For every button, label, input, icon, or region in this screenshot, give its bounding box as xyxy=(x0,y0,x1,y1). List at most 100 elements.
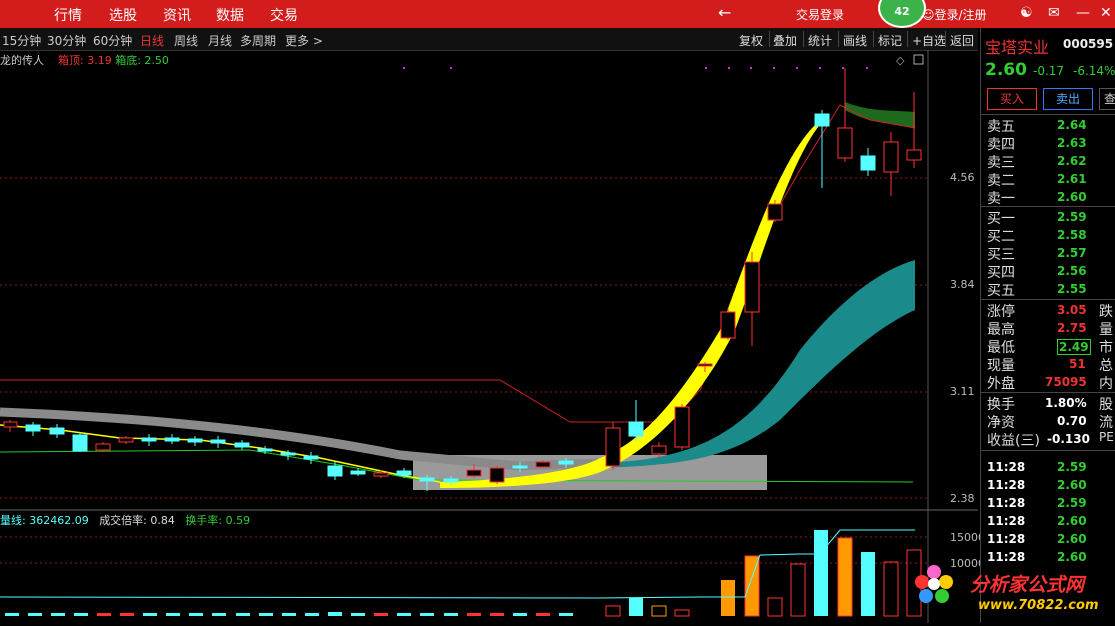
divider xyxy=(907,31,908,47)
bid-price: 2.59 xyxy=(1057,210,1087,224)
top-bar: 行情 选股 资讯 数据 交易 ← 交易登录 42 ☺登录/注册 ☯ ✉ — ✕ xyxy=(0,0,1115,28)
volume-ratio-label: 成交倍率: 0.84 xyxy=(99,514,175,527)
tool-mark[interactable]: 标记 xyxy=(878,32,902,49)
volume-bar xyxy=(236,613,250,616)
ask-label: 卖二 xyxy=(987,173,1015,189)
stat-value: 2.75 xyxy=(1057,321,1087,335)
candle xyxy=(860,155,876,171)
divider xyxy=(981,206,1115,207)
stat-label: 换手 xyxy=(987,397,1015,413)
period-30min[interactable]: 30分钟 xyxy=(47,32,86,49)
user-icon: ☺ xyxy=(922,8,935,22)
mail-icon[interactable]: ✉ xyxy=(1048,5,1060,21)
sell-button[interactable]: 卖出 xyxy=(1043,88,1093,110)
volume-bar xyxy=(490,613,504,616)
candle xyxy=(164,437,180,442)
price-tick: 4.56 xyxy=(950,171,975,184)
candle xyxy=(141,437,157,442)
close-icon[interactable]: ✕ xyxy=(1100,5,1112,21)
tick-price: 2.59 xyxy=(1057,460,1087,474)
period-multi[interactable]: 多周期 xyxy=(240,32,276,49)
stat-value: 1.80% xyxy=(1045,396,1087,410)
period-monthly[interactable]: 月线 xyxy=(208,32,232,49)
volume-bar xyxy=(51,613,65,616)
volume-bar xyxy=(721,580,735,616)
tool-overlay[interactable]: 叠加 xyxy=(773,32,797,49)
divider xyxy=(838,31,839,47)
volume-bar xyxy=(605,605,621,617)
watermark-url: www.70822.com xyxy=(978,598,1099,613)
notification-badge[interactable]: 42 xyxy=(878,0,926,28)
stat-label: 涨停 xyxy=(987,304,1015,320)
ask-price: 2.62 xyxy=(1057,154,1087,168)
bid-price: 2.55 xyxy=(1057,282,1087,296)
nav-market[interactable]: 行情 xyxy=(54,5,82,25)
trade-login-link[interactable]: 交易登录 xyxy=(796,6,844,23)
candle xyxy=(280,452,296,456)
login-link[interactable]: ☺登录/注册 xyxy=(922,6,987,23)
nav-data[interactable]: 数据 xyxy=(216,5,244,25)
period-daily[interactable]: 日线 xyxy=(140,32,164,49)
nav-news[interactable]: 资讯 xyxy=(163,5,191,25)
login-label: 登录/注册 xyxy=(934,8,987,22)
candle xyxy=(512,465,528,469)
query-button[interactable]: 查 xyxy=(1099,88,1115,110)
candle xyxy=(118,437,134,443)
tool-return[interactable]: 返回 xyxy=(950,32,974,49)
volume-bar xyxy=(305,613,319,616)
candle xyxy=(744,261,760,313)
candles xyxy=(3,68,922,491)
stat-right-label: 总 xyxy=(1099,358,1113,374)
divider xyxy=(981,450,1115,451)
tool-add-watch[interactable]: +自选 xyxy=(912,32,946,49)
minimize-icon[interactable]: — xyxy=(1076,5,1090,21)
diamond-icon: ◇ xyxy=(896,54,905,67)
watermark-name: 分析家公式网 xyxy=(970,574,1085,596)
nav-trade[interactable]: 交易 xyxy=(270,5,298,25)
volume-bar xyxy=(397,613,411,616)
period-60min[interactable]: 60分钟 xyxy=(93,32,132,49)
tool-draw[interactable]: 画线 xyxy=(843,32,867,49)
candle xyxy=(814,113,830,127)
stat-right-label: 股 xyxy=(1099,397,1113,413)
volume-bar xyxy=(282,613,296,616)
bid-label: 买一 xyxy=(987,211,1015,227)
candle xyxy=(558,460,574,465)
tool-stats[interactable]: 统计 xyxy=(808,32,832,49)
kline-chart[interactable]: ◇ 龙的传人 箱顶: 3.19 箱底: 2.50 4.56 3.84 3.11 … xyxy=(0,50,985,623)
buy-button[interactable]: 买入 xyxy=(987,88,1037,110)
period-more[interactable]: 更多 > xyxy=(285,32,323,49)
period-15min[interactable]: 15分钟 xyxy=(2,32,41,49)
volume-bar xyxy=(536,613,550,616)
volume-ma-label: 量线: 362462.09 xyxy=(0,514,89,527)
candle xyxy=(443,478,459,483)
tick-time: 11:28 xyxy=(987,514,1026,528)
volume-bar xyxy=(97,613,111,616)
tick-price: 2.59 xyxy=(1057,496,1087,510)
headset-icon[interactable]: ☯ xyxy=(1020,5,1033,21)
volume-bar xyxy=(374,613,388,616)
stat-label: 净资 xyxy=(987,415,1015,431)
signal-dots xyxy=(403,67,868,69)
period-weekly[interactable]: 周线 xyxy=(174,32,198,49)
volume-gridlines xyxy=(0,536,928,564)
indicator-name[interactable]: 龙的传人 xyxy=(0,54,44,67)
tick-price: 2.60 xyxy=(1057,478,1087,492)
volume-bar xyxy=(674,609,690,617)
price-tick: 2.38 xyxy=(950,492,975,505)
stat-label: 收益(三) xyxy=(987,433,1040,449)
tool-adjust[interactable]: 复权 xyxy=(739,32,763,49)
back-arrow-icon[interactable]: ← xyxy=(718,3,731,22)
indicator-header: 龙的传人 箱顶: 3.19 箱底: 2.50 xyxy=(0,52,169,68)
price-change: -0.17 xyxy=(1033,64,1065,78)
maximize-icon xyxy=(913,54,924,65)
volume-bar xyxy=(120,613,134,616)
candle xyxy=(674,406,690,448)
tick-time: 11:28 xyxy=(987,460,1026,474)
volume-bar xyxy=(143,613,157,616)
candle xyxy=(49,427,65,435)
volume-bar xyxy=(351,613,365,616)
candle xyxy=(605,427,621,467)
candle xyxy=(25,424,41,432)
nav-stock-picker[interactable]: 选股 xyxy=(109,5,137,25)
